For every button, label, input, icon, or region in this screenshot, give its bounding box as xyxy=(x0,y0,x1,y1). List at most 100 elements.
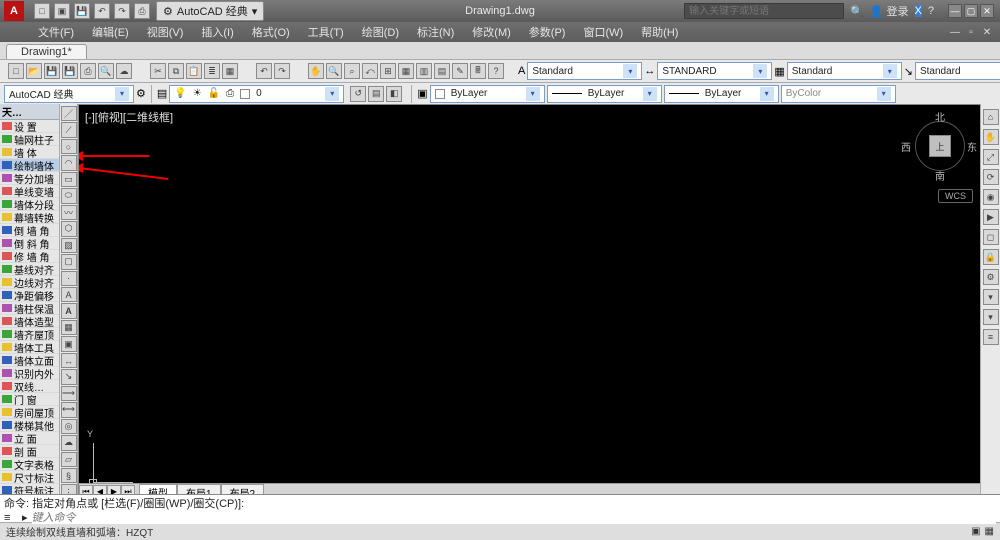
viewcube-top[interactable]: 上 xyxy=(929,135,951,157)
table-icon[interactable]: ▦ xyxy=(61,320,77,335)
donut-icon[interactable]: ◎ xyxy=(61,419,77,434)
tablestyle-icon[interactable]: ▦ xyxy=(774,65,784,78)
left-panel-item[interactable]: 剖 面 xyxy=(0,445,59,458)
save-icon[interactable]: 💾 xyxy=(74,3,90,19)
rev-icon[interactable]: ☁ xyxy=(61,435,77,450)
menu-draw[interactable]: 绘图(D) xyxy=(354,22,407,42)
viewcube-north[interactable]: 北 xyxy=(935,109,945,124)
tb-paste-icon[interactable]: 📋 xyxy=(186,63,202,79)
leader-icon[interactable]: ↘ xyxy=(61,369,77,384)
home-icon[interactable]: ⌂ xyxy=(983,109,999,125)
login-button[interactable]: 👤 登录 xyxy=(870,3,909,19)
left-panel-item[interactable]: 文字表格 xyxy=(0,458,59,471)
left-panel-item[interactable]: 墙体造型 xyxy=(0,315,59,328)
tb-undo-icon[interactable]: ↶ xyxy=(256,63,272,79)
left-panel-header[interactable]: 天… xyxy=(0,104,59,120)
tb-copy-icon[interactable]: ⧉ xyxy=(168,63,184,79)
menu-window[interactable]: 窗口(W) xyxy=(575,22,631,42)
tb-block-icon[interactable]: ▦ xyxy=(222,63,238,79)
command-input[interactable] xyxy=(32,512,996,524)
file-tab[interactable]: Drawing1* xyxy=(6,44,87,59)
tb-calc-icon[interactable]: 🖩 xyxy=(470,63,486,79)
left-panel-item[interactable]: 边线对齐 xyxy=(0,276,59,289)
print-icon[interactable]: ⎙ xyxy=(134,3,150,19)
ws-settings-icon[interactable]: ⚙ xyxy=(136,87,146,100)
viewcube-east[interactable]: 东 xyxy=(967,139,977,154)
wheel-icon[interactable]: ◉ xyxy=(983,189,999,205)
left-panel-item[interactable]: 修 墙 角 xyxy=(0,250,59,263)
left-panel-item[interactable]: 墙体立面 xyxy=(0,354,59,367)
left-panel-item[interactable]: 净距偏移 xyxy=(0,289,59,302)
table-style-dropdown[interactable]: Standard ▾ xyxy=(787,62,902,80)
menu-param[interactable]: 参数(P) xyxy=(521,22,574,42)
layer-prev-icon[interactable]: ↺ xyxy=(350,86,366,102)
color-icon[interactable]: ▣ xyxy=(417,87,427,100)
lineweight-dropdown[interactable]: ByLayer ▾ xyxy=(664,85,779,103)
tb-new-icon[interactable]: □ xyxy=(8,63,24,79)
tb-pan-icon[interactable]: ✋ xyxy=(308,63,324,79)
left-panel-item[interactable]: 墙柱保温 xyxy=(0,302,59,315)
mdi-close-icon[interactable]: ✕ xyxy=(980,25,994,39)
zoom-extents-icon[interactable]: ⤢ xyxy=(983,149,999,165)
linetype-dropdown[interactable]: ByLayer ▾ xyxy=(547,85,662,103)
layer-mgr-icon[interactable]: ▤ xyxy=(157,87,167,100)
viewcube-south[interactable]: 南 xyxy=(935,168,945,183)
helix-icon[interactable]: § xyxy=(61,468,77,483)
left-panel-item[interactable]: 绘制墙体 xyxy=(0,159,59,172)
tb-zoom-icon[interactable]: 🔍 xyxy=(326,63,342,79)
text-icon[interactable]: A xyxy=(61,287,77,302)
dimstyle-icon[interactable]: ↔ xyxy=(644,65,655,77)
left-panel-item[interactable]: 基线对齐 xyxy=(0,263,59,276)
left-panel-item[interactable]: 立 面 xyxy=(0,432,59,445)
polygon-icon[interactable]: ⬡ xyxy=(61,221,77,236)
block-icon[interactable]: ▣ xyxy=(61,336,77,351)
tb-markup-icon[interactable]: ✎ xyxy=(452,63,468,79)
pan-icon[interactable]: ✋ xyxy=(983,129,999,145)
left-panel-item[interactable]: 设 置 xyxy=(0,120,59,133)
status-grid-icon[interactable]: ▦ xyxy=(985,526,994,537)
dim-style-dropdown[interactable]: STANDARD ▾ xyxy=(657,62,772,80)
minimize-icon[interactable]: — xyxy=(948,4,962,18)
left-panel-item[interactable]: 识别内外 xyxy=(0,367,59,380)
plotstyle-dropdown[interactable]: ByColor ▾ xyxy=(781,85,896,103)
left-panel-item[interactable]: 墙体工具 xyxy=(0,341,59,354)
left-panel-item[interactable]: 楼梯其他 xyxy=(0,419,59,432)
search-icon[interactable]: 🔍 xyxy=(850,5,864,18)
left-panel-item[interactable]: 轴网柱子 xyxy=(0,133,59,146)
layer-dropdown[interactable]: 💡 ☀ 🔓 ⎙ 0 ▾ xyxy=(169,85,344,103)
left-panel-item[interactable]: 墙体分段 xyxy=(0,198,59,211)
layer-iso-icon[interactable]: ◧ xyxy=(386,86,402,102)
arc-icon[interactable]: ◠ xyxy=(61,155,77,170)
mleaderstyle-icon[interactable]: ↘ xyxy=(904,65,913,78)
xline-icon[interactable]: ⟷ xyxy=(61,402,77,417)
rect-icon[interactable]: ▭ xyxy=(61,172,77,187)
viewport-label[interactable]: [-][俯视][二维线框] xyxy=(85,109,173,125)
tb-open-icon[interactable]: 📂 xyxy=(26,63,42,79)
point-icon[interactable]: · xyxy=(61,271,77,286)
mdi-restore-icon[interactable]: ▫ xyxy=(964,25,978,39)
left-panel-item[interactable]: 墙 体 xyxy=(0,146,59,159)
menu-format[interactable]: 格式(O) xyxy=(244,22,298,42)
orbit-icon[interactable]: ⟳ xyxy=(983,169,999,185)
left-panel-item[interactable]: 单线变墙 xyxy=(0,185,59,198)
tb-preview-icon[interactable]: 🔍 xyxy=(98,63,114,79)
menu-file[interactable]: 文件(F) xyxy=(30,22,82,42)
workspace-small-dropdown[interactable]: AutoCAD 经典 ▾ xyxy=(4,85,134,103)
workspace-selector[interactable]: ⚙ AutoCAD 经典 ▾ xyxy=(156,1,264,21)
tb-prop-icon[interactable]: ⊞ xyxy=(380,63,396,79)
tb-saveas-icon[interactable]: 💾 xyxy=(62,63,78,79)
tb-ssm-icon[interactable]: ▤ xyxy=(434,63,450,79)
menu-dim[interactable]: 标注(N) xyxy=(409,22,462,42)
ellipse-icon[interactable]: ⬭ xyxy=(61,188,77,203)
color-dropdown[interactable]: ByLayer ▾ xyxy=(430,85,545,103)
cube-icon[interactable]: ◻ xyxy=(983,229,999,245)
undo-icon[interactable]: ↶ xyxy=(94,3,110,19)
left-panel-item[interactable]: 等分加墙 xyxy=(0,172,59,185)
search-input[interactable] xyxy=(684,3,844,19)
menu-modify[interactable]: 修改(M) xyxy=(464,22,519,42)
left-panel-item[interactable]: 尺寸标注 xyxy=(0,471,59,484)
viewcube-west[interactable]: 西 xyxy=(901,139,911,154)
open-icon[interactable]: ▣ xyxy=(54,3,70,19)
tb-tp-icon[interactable]: ▥ xyxy=(416,63,432,79)
tb-publish-icon[interactable]: ☁ xyxy=(116,63,132,79)
